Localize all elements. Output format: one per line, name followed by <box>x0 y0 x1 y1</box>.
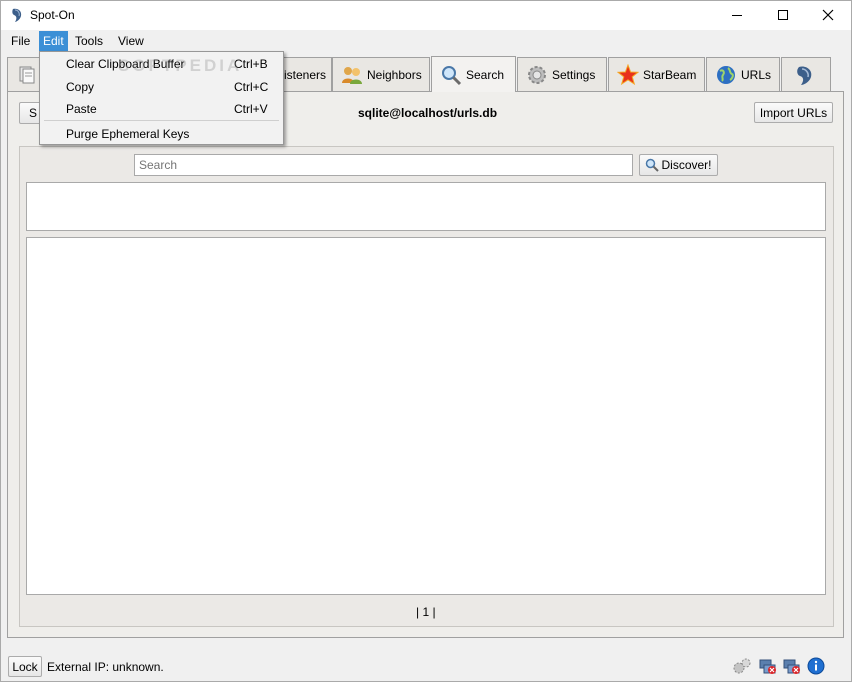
tab-urls-label: URLs <box>741 67 772 82</box>
menu-item-label: Copy <box>66 80 95 94</box>
left-action-button-label: S <box>28 106 37 120</box>
lock-button[interactable]: Lock <box>8 656 42 677</box>
tab-settings-label: Settings <box>552 67 596 82</box>
tab-urls[interactable]: URLs <box>706 57 780 91</box>
menu-view[interactable]: View <box>114 31 148 51</box>
menu-item-purge-ephemeral-keys[interactable]: Purge Ephemeral Keys <box>40 123 283 145</box>
softpedia-watermark: SOFTPEDIA <box>118 56 243 75</box>
tab-listeners[interactable]: isteners <box>280 57 332 91</box>
menu-view-label: View <box>118 34 144 48</box>
menu-item-shortcut: Ctrl+C <box>234 80 269 94</box>
kernel-status-button[interactable] <box>732 656 751 675</box>
menu-tools[interactable]: Tools <box>71 31 107 51</box>
menu-item-shortcut: Ctrl+V <box>234 102 268 116</box>
tab-listeners-label: isteners <box>284 67 327 82</box>
tab-search[interactable]: Search <box>431 56 516 92</box>
import-urls-button[interactable]: Import URLs <box>754 102 833 123</box>
discover-button-label: Discover! <box>661 158 712 172</box>
menu-file-label: File <box>11 34 31 48</box>
gears-icon <box>733 658 750 673</box>
search-results-area[interactable] <box>26 237 826 595</box>
close-icon <box>822 9 834 21</box>
tab-starbeam[interactable]: StarBeam <box>608 57 705 91</box>
menu-edit-label: Edit <box>43 34 64 48</box>
tab-search-label: Search <box>466 67 505 82</box>
menu-item-label: Paste <box>66 102 97 116</box>
menu-item-label: Purge Ephemeral Keys <box>66 127 190 141</box>
search-suggestions-area[interactable] <box>26 182 826 231</box>
neighbors-status-button[interactable] <box>782 656 801 675</box>
tab-settings[interactable]: Settings <box>517 57 607 91</box>
external-ip-status: External IP: unknown. <box>47 660 164 674</box>
pagination-label[interactable]: | 1 | <box>416 605 436 619</box>
menu-item-paste[interactable]: Paste Ctrl+V <box>40 98 283 120</box>
import-urls-button-label: Import URLs <box>759 105 828 120</box>
menu-edit[interactable]: Edit <box>39 31 68 51</box>
tab-neighbors[interactable]: Neighbors <box>332 57 430 91</box>
menu-separator <box>44 120 279 121</box>
database-path-label: sqlite@localhost/urls.db <box>358 106 498 120</box>
gear-icon <box>528 65 546 84</box>
neighbors-icon <box>342 66 362 84</box>
tab-neighbors-label: Neighbors <box>367 67 422 82</box>
info-icon <box>807 657 824 674</box>
star-icon <box>617 63 639 85</box>
documents-icon <box>19 66 35 83</box>
window-title: Spot-On <box>30 8 75 22</box>
maximize-button[interactable] <box>760 1 806 29</box>
tab-starbeam-label: StarBeam <box>643 67 697 82</box>
spot-on-app-icon <box>12 8 22 22</box>
network-disconnected-icon <box>759 659 776 674</box>
tab-about[interactable] <box>781 57 831 91</box>
menu-file[interactable]: File <box>7 31 34 51</box>
minimize-button[interactable] <box>714 1 760 29</box>
close-button[interactable] <box>805 1 851 29</box>
search-input[interactable] <box>134 154 633 176</box>
menu-item-copy[interactable]: Copy Ctrl+C <box>40 76 283 98</box>
maximize-icon <box>778 10 788 20</box>
minimize-icon <box>732 15 742 16</box>
listeners-status-button[interactable] <box>758 656 777 675</box>
spot-on-logo-icon <box>797 66 812 85</box>
menu-tools-label: Tools <box>75 34 104 48</box>
network-disconnected-icon <box>783 659 800 674</box>
magnifier-icon <box>442 65 462 85</box>
discover-button[interactable]: Discover! <box>639 154 718 176</box>
lock-button-label: Lock <box>12 659 38 674</box>
globe-icon <box>717 65 735 84</box>
info-button[interactable] <box>806 656 825 675</box>
magnifier-icon <box>646 158 660 172</box>
